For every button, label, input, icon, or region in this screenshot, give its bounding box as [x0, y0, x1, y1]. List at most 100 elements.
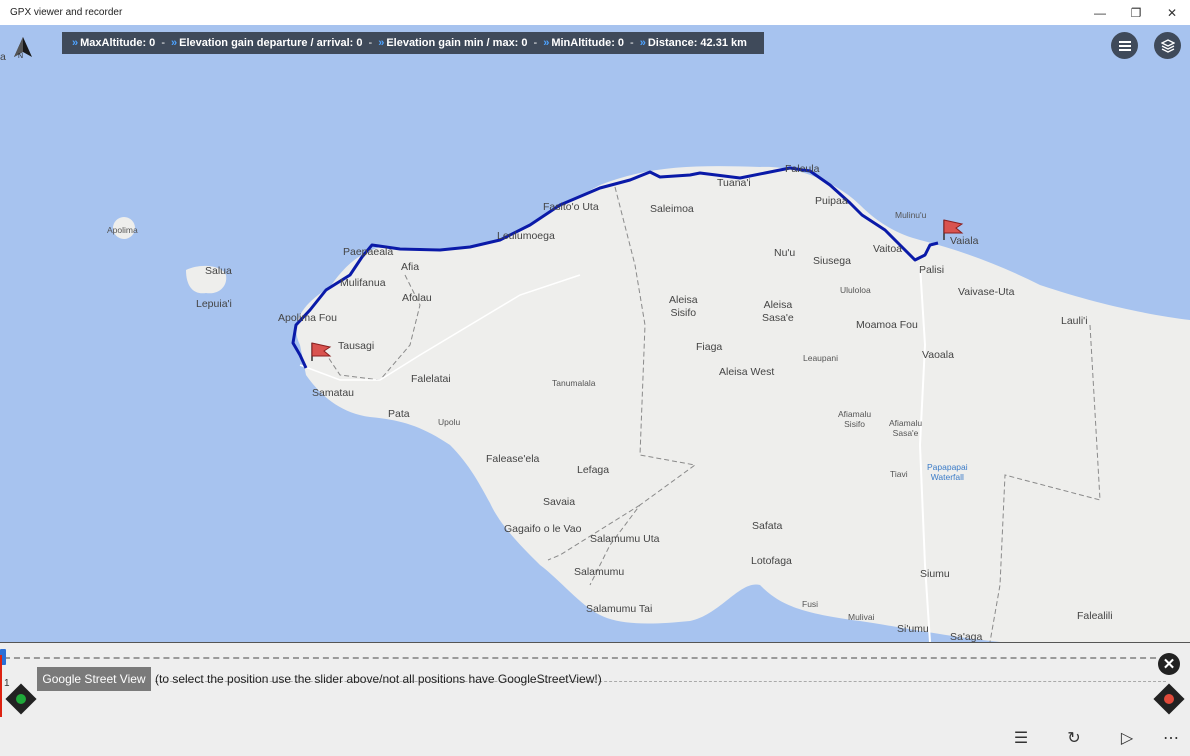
- more-icon[interactable]: ⋯: [1160, 727, 1182, 749]
- chevron-icon: »: [170, 37, 177, 49]
- refresh-icon[interactable]: ↻: [1063, 727, 1085, 749]
- map-land: [113, 166, 1190, 642]
- north-label: N: [18, 53, 24, 60]
- place-label: Vaivase-Uta: [958, 286, 1015, 298]
- stat-max-altitude: MaxAltitude: 0: [80, 37, 156, 49]
- place-label: Afolau: [402, 292, 432, 304]
- place-label: Lepuia'i: [196, 298, 232, 310]
- place-label: Tanumalala: [552, 378, 596, 388]
- close-window-button[interactable]: ✕: [1154, 0, 1190, 25]
- stat-separator: -: [368, 37, 373, 49]
- place-label: Afia: [401, 261, 420, 273]
- title-bar: GPX viewer and recorder — ❐ ✕: [0, 0, 1190, 25]
- place-label: Siusega: [813, 255, 851, 267]
- island-upolu: [296, 166, 1190, 642]
- map-view[interactable]: Apolima Salua Lepuia'i Paepaeala Afia Mulifan…: [0, 25, 1190, 642]
- place-label: Fasito'o Uta: [543, 201, 599, 213]
- position-slider-track[interactable]: [4, 657, 1166, 659]
- restore-button[interactable]: ❐: [1118, 0, 1154, 25]
- place-label: Leaupani: [803, 353, 838, 363]
- place-label: Leulumoega: [497, 230, 555, 242]
- bottom-panel: 1 Google Street View (to select the posi…: [0, 642, 1190, 718]
- place-label: Lauli'i: [1061, 315, 1088, 327]
- google-street-view-button[interactable]: Google Street View: [37, 667, 151, 691]
- place-label: Falelatai: [411, 373, 451, 385]
- place-label: Sa'aga: [950, 631, 983, 642]
- place-label: Apolima Fou: [278, 312, 337, 324]
- start-dot-icon: [16, 694, 26, 704]
- position-index: 1: [4, 678, 10, 689]
- stat-separator: -: [161, 37, 165, 49]
- place-label: Afiamalu Sisifo: [838, 409, 872, 430]
- place-label: Salamumu Tai: [586, 603, 653, 615]
- start-point-button[interactable]: [5, 683, 37, 715]
- place-label: Si'umu: [897, 623, 929, 635]
- place-label: Mulifanua: [340, 277, 386, 289]
- place-label: Moamoa Fou: [856, 319, 918, 331]
- place-label: Afiamalu Sasa'e: [889, 418, 923, 439]
- end-dot-icon: [1164, 694, 1174, 704]
- place-label: Fiaga: [696, 341, 723, 353]
- menu-button[interactable]: [1111, 32, 1138, 59]
- place-label: Nu'u: [774, 247, 796, 259]
- place-label: Tuana'i: [717, 177, 751, 189]
- place-label: Aleisa Sasa'e: [762, 299, 794, 324]
- app-window: GPX viewer and recorder — ❐ ✕ Apolima Sa…: [0, 0, 1190, 756]
- place-label: Salamumu Uta: [590, 533, 660, 545]
- place-label: Aleisa Sisifo: [669, 294, 698, 319]
- place-label: Papapapai Waterfall: [927, 462, 968, 483]
- place-label: Faleula: [785, 163, 820, 175]
- place-label: Apolima: [107, 225, 138, 235]
- close-icon: ✕: [1162, 656, 1176, 673]
- place-label: Falease'ela: [486, 453, 540, 465]
- stat-elevation-gain-departure-arrival: Elevation gain departure / arrival: 0: [179, 37, 363, 49]
- play-icon[interactable]: ▷: [1116, 727, 1138, 749]
- place-label: Safata: [752, 520, 783, 532]
- place-label: Tausagi: [338, 340, 375, 352]
- chevron-icon: »: [378, 37, 384, 49]
- chevron-icon: »: [639, 37, 646, 49]
- place-label: Savaia: [543, 496, 576, 508]
- place-label: Vaiala: [950, 235, 979, 247]
- stat-min-altitude: MinAltitude: 0: [551, 37, 625, 49]
- layers-button[interactable]: [1154, 32, 1181, 59]
- place-label: Salamumu: [574, 566, 625, 578]
- place-label: Falealili: [1077, 610, 1113, 622]
- place-label: Palisi: [919, 264, 945, 276]
- place-label: Vaitoa: [873, 243, 902, 255]
- chevron-icon: »: [543, 37, 549, 49]
- place-label: Gagaifo o le Vao: [504, 523, 582, 535]
- place-label: Puipaa: [815, 195, 848, 207]
- list-icon[interactable]: ☰: [1010, 727, 1032, 749]
- place-label: Vaoala: [922, 349, 954, 361]
- place-label: Salua: [205, 265, 232, 277]
- place-label: Saleimoa: [650, 203, 694, 215]
- stat-separator: -: [533, 37, 538, 49]
- chevron-icon: »: [72, 37, 78, 49]
- place-label: Lotofaga: [751, 555, 792, 567]
- stat-elevation-gain-min-max: Elevation gain min / max: 0: [386, 37, 528, 49]
- hamburger-icon: [1118, 40, 1131, 51]
- place-label: Lefaga: [577, 464, 610, 476]
- window-title: GPX viewer and recorder: [10, 7, 123, 18]
- layers-icon: [1160, 38, 1175, 53]
- place-label: Siumu: [920, 568, 950, 580]
- stat-separator: -: [630, 37, 634, 49]
- position-indicator: [0, 655, 2, 717]
- stat-distance: Distance: 42.31 km: [647, 37, 747, 49]
- place-label: Aleisa West: [719, 366, 775, 378]
- minimize-button[interactable]: —: [1082, 0, 1118, 25]
- place-label: Ululoloa: [840, 285, 871, 295]
- place-label: Fusi: [802, 599, 819, 609]
- place-label: Mulivai: [848, 612, 875, 622]
- place-label: Upolu: [438, 417, 461, 427]
- stats-bar: » MaxAltitude: 0 - » Elevation gain depa…: [62, 32, 764, 54]
- place-label: Samatau: [312, 387, 355, 399]
- place-label: Paepaeala: [343, 246, 394, 258]
- end-point-button[interactable]: [1153, 683, 1185, 715]
- street-view-hint: (to select the position use the slider a…: [155, 672, 602, 686]
- close-panel-button[interactable]: ✕: [1158, 653, 1180, 675]
- place-label: a: [0, 51, 6, 63]
- command-bar: ☰ ↻ ▷ ⋯: [0, 718, 1190, 756]
- place-label: Tiavi: [890, 469, 908, 479]
